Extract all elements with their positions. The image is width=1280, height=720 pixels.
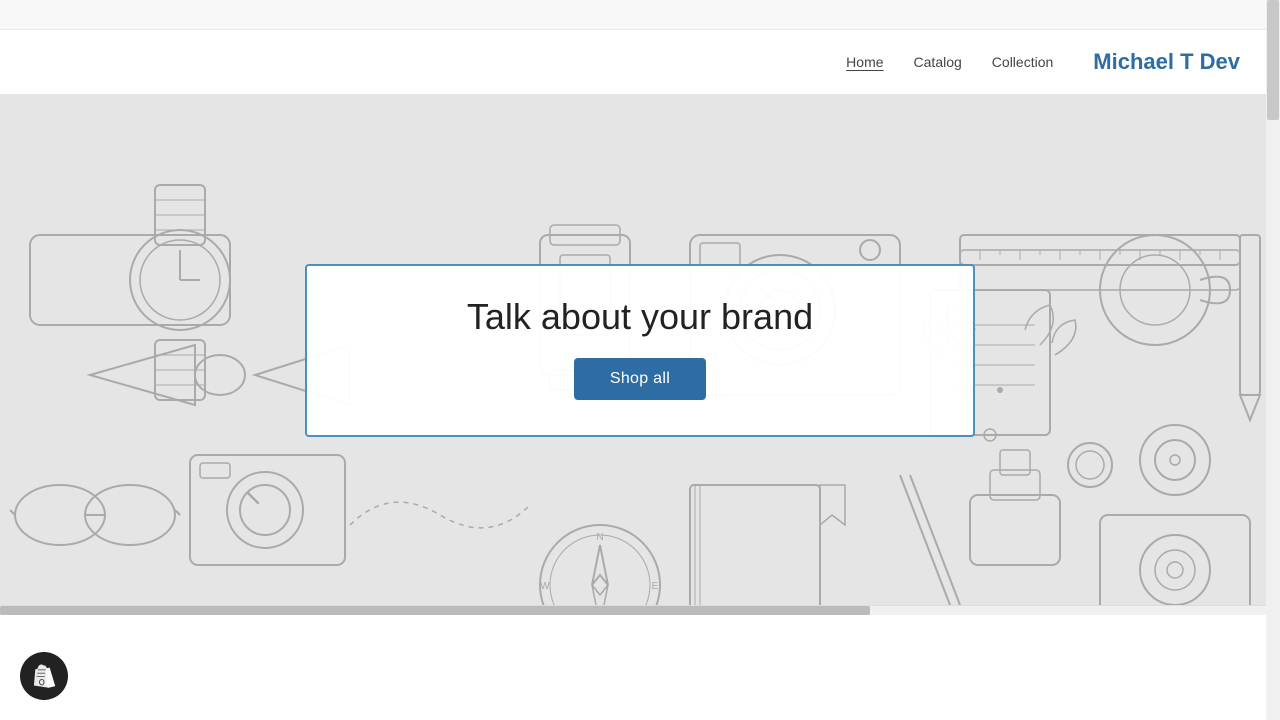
nav: Home Catalog Collection (846, 54, 1053, 70)
top-bar (0, 0, 1280, 30)
svg-text:N: N (596, 532, 603, 543)
brand-name[interactable]: Michael T Dev (1093, 49, 1240, 75)
scrollbar-thumb[interactable] (0, 606, 870, 615)
nav-home[interactable]: Home (846, 54, 883, 70)
svg-text:E: E (652, 581, 659, 592)
header: Home Catalog Collection Michael T Dev (0, 30, 1280, 95)
shopify-badge[interactable] (20, 652, 68, 700)
hero-card: Talk about your brand Shop all (305, 264, 975, 437)
vertical-scrollbar[interactable] (1266, 0, 1280, 720)
hero-title: Talk about your brand (467, 296, 813, 338)
hero-section: N S W E Talk about your brand Shop all (0, 95, 1280, 605)
svg-text:W: W (540, 581, 550, 592)
shop-all-button[interactable]: Shop all (574, 358, 706, 400)
shopify-icon (30, 662, 58, 690)
nav-collection[interactable]: Collection (992, 54, 1053, 70)
nav-catalog[interactable]: Catalog (914, 54, 962, 70)
horizontal-scrollbar[interactable] (0, 605, 1280, 615)
vertical-scrollbar-thumb[interactable] (1267, 0, 1279, 120)
